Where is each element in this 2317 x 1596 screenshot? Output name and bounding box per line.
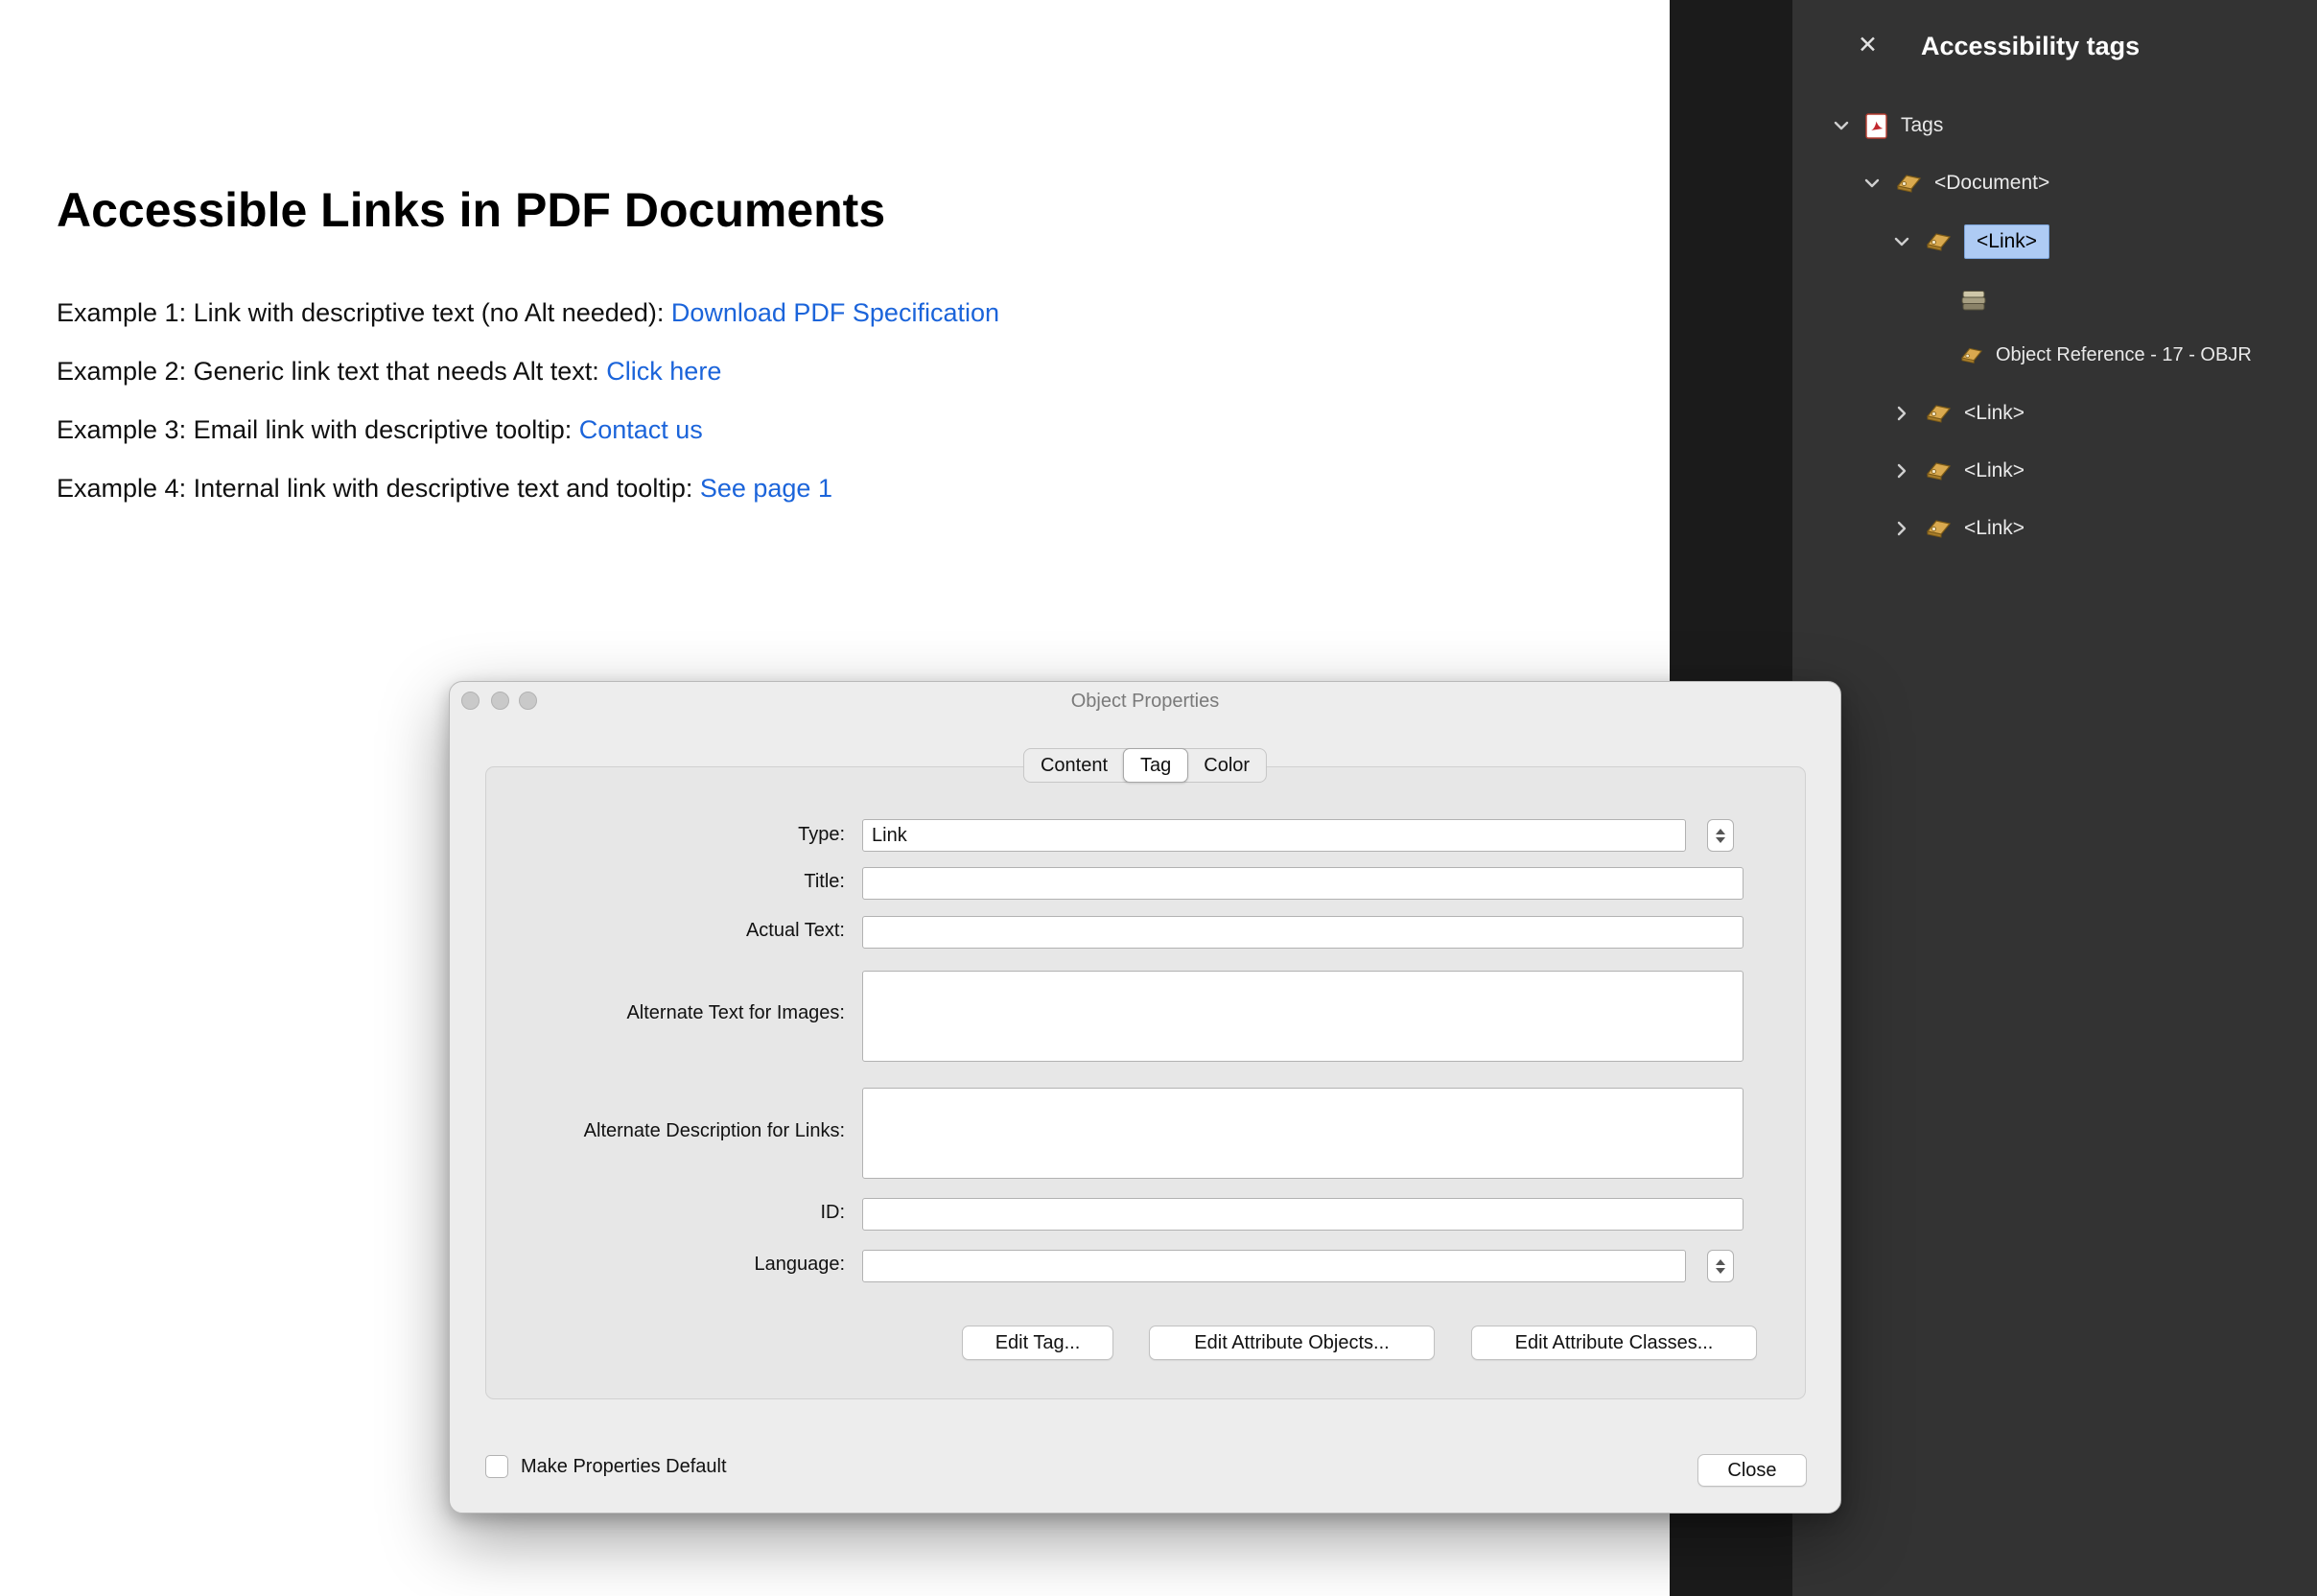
tree-row-link-selected[interactable]: <Link> xyxy=(1891,220,2049,264)
edit-tag-button[interactable]: Edit Tag... xyxy=(962,1326,1113,1360)
tree-label-link-selected[interactable]: <Link> xyxy=(1964,224,2049,259)
alt-desc-links-label: Alternate Description for Links: xyxy=(461,1120,845,1142)
accessibility-tags-panel: ✕ Accessibility tags Tags xyxy=(1792,0,2317,1596)
make-properties-default-label: Make Properties Default xyxy=(521,1456,727,1478)
tab-tag[interactable]: Tag xyxy=(1123,748,1188,783)
tag-icon xyxy=(1926,517,1952,540)
chevron-right-icon[interactable] xyxy=(1891,403,1912,424)
tree-row-link-4[interactable]: <Link> xyxy=(1891,509,2024,548)
make-properties-default-checkbox[interactable] xyxy=(485,1455,508,1478)
example-line-3: Example 3: Email link with descriptive t… xyxy=(57,415,703,445)
example-4-link[interactable]: See page 1 xyxy=(700,474,832,503)
tab-color[interactable]: Color xyxy=(1187,749,1266,782)
tree-row-link-2[interactable]: <Link> xyxy=(1891,394,2024,433)
language-input[interactable] xyxy=(862,1250,1686,1282)
tag-properties-group xyxy=(485,766,1806,1399)
dialog-tab-bar: Content Tag Color xyxy=(1023,748,1267,783)
tag-icon xyxy=(1926,459,1952,482)
id-input[interactable] xyxy=(862,1198,1744,1231)
tag-icon xyxy=(1926,402,1952,425)
example-1-text: Example 1: Link with descriptive text (n… xyxy=(57,298,671,327)
example-line-1: Example 1: Link with descriptive text (n… xyxy=(57,298,999,328)
close-dialog-button[interactable]: Close xyxy=(1697,1454,1807,1487)
tree-label-tags[interactable]: Tags xyxy=(1901,114,1943,137)
object-properties-dialog: Object Properties Content Tag Color Type… xyxy=(449,681,1841,1514)
tree-row-document[interactable]: <Document> xyxy=(1861,164,2049,202)
tag-icon xyxy=(1926,230,1952,253)
tree-label-link-2[interactable]: <Link> xyxy=(1964,402,2024,425)
document-heading: Accessible Links in PDF Documents xyxy=(57,182,885,238)
title-label: Title: xyxy=(461,871,845,893)
title-input[interactable] xyxy=(862,867,1744,900)
example-1-link[interactable]: Download PDF Specification xyxy=(671,298,999,327)
tree-row-object-reference[interactable]: Object Reference - 17 - OBJR xyxy=(1960,336,2252,374)
pdf-file-icon xyxy=(1865,113,1888,139)
alt-text-images-label: Alternate Text for Images: xyxy=(461,1002,845,1024)
example-line-2: Example 2: Generic link text that needs … xyxy=(57,357,721,387)
tree-row-link-content[interactable] xyxy=(1959,288,1988,320)
stepper-down-icon xyxy=(1716,1268,1725,1274)
actual-text-input[interactable] xyxy=(862,916,1744,949)
example-3-link[interactable]: Contact us xyxy=(579,415,703,444)
dialog-title: Object Properties xyxy=(450,691,1840,713)
example-line-4: Example 4: Internal link with descriptiv… xyxy=(57,474,832,504)
tree-label-link-3[interactable]: <Link> xyxy=(1964,459,2024,482)
edit-attribute-objects-button[interactable]: Edit Attribute Objects... xyxy=(1149,1326,1435,1360)
tree-label-object-reference[interactable]: Object Reference - 17 - OBJR xyxy=(1996,344,2252,366)
acrobat-window: Accessible Links in PDF Documents Exampl… xyxy=(0,0,2317,1596)
type-input[interactable] xyxy=(862,819,1686,852)
chevron-down-icon[interactable] xyxy=(1891,231,1912,252)
tag-icon xyxy=(1896,172,1922,195)
example-4-text: Example 4: Internal link with descriptiv… xyxy=(57,474,700,503)
tag-icon xyxy=(1960,345,1983,365)
example-2-link[interactable]: Click here xyxy=(606,357,721,386)
edit-attribute-classes-button[interactable]: Edit Attribute Classes... xyxy=(1471,1326,1757,1360)
chevron-down-icon[interactable] xyxy=(1831,115,1852,136)
id-label: ID: xyxy=(461,1202,845,1224)
chevron-right-icon[interactable] xyxy=(1891,460,1912,481)
stepper-up-icon xyxy=(1716,829,1725,834)
tree-row-tags-root[interactable]: Tags xyxy=(1831,106,1943,145)
panel-title: Accessibility tags xyxy=(1921,32,2140,61)
tree-label-link-4[interactable]: <Link> xyxy=(1964,517,2024,540)
tree-label-document[interactable]: <Document> xyxy=(1934,172,2049,195)
alt-desc-links-textarea[interactable] xyxy=(862,1088,1744,1179)
example-3-text: Example 3: Email link with descriptive t… xyxy=(57,415,579,444)
actual-text-label: Actual Text: xyxy=(461,920,845,942)
content-stack-icon xyxy=(1959,289,1988,319)
tree-row-link-3[interactable]: <Link> xyxy=(1891,452,2024,490)
chevron-right-icon[interactable] xyxy=(1891,518,1912,539)
alt-text-images-textarea[interactable] xyxy=(862,971,1744,1062)
type-label: Type: xyxy=(461,824,845,846)
language-stepper[interactable] xyxy=(1707,1250,1734,1282)
example-2-text: Example 2: Generic link text that needs … xyxy=(57,357,606,386)
language-label: Language: xyxy=(461,1254,845,1276)
close-panel-icon[interactable]: ✕ xyxy=(1858,34,1878,58)
chevron-down-icon[interactable] xyxy=(1861,173,1883,194)
stepper-up-icon xyxy=(1716,1259,1725,1265)
tab-content[interactable]: Content xyxy=(1024,749,1124,782)
type-stepper[interactable] xyxy=(1707,819,1734,852)
stepper-down-icon xyxy=(1716,837,1725,843)
